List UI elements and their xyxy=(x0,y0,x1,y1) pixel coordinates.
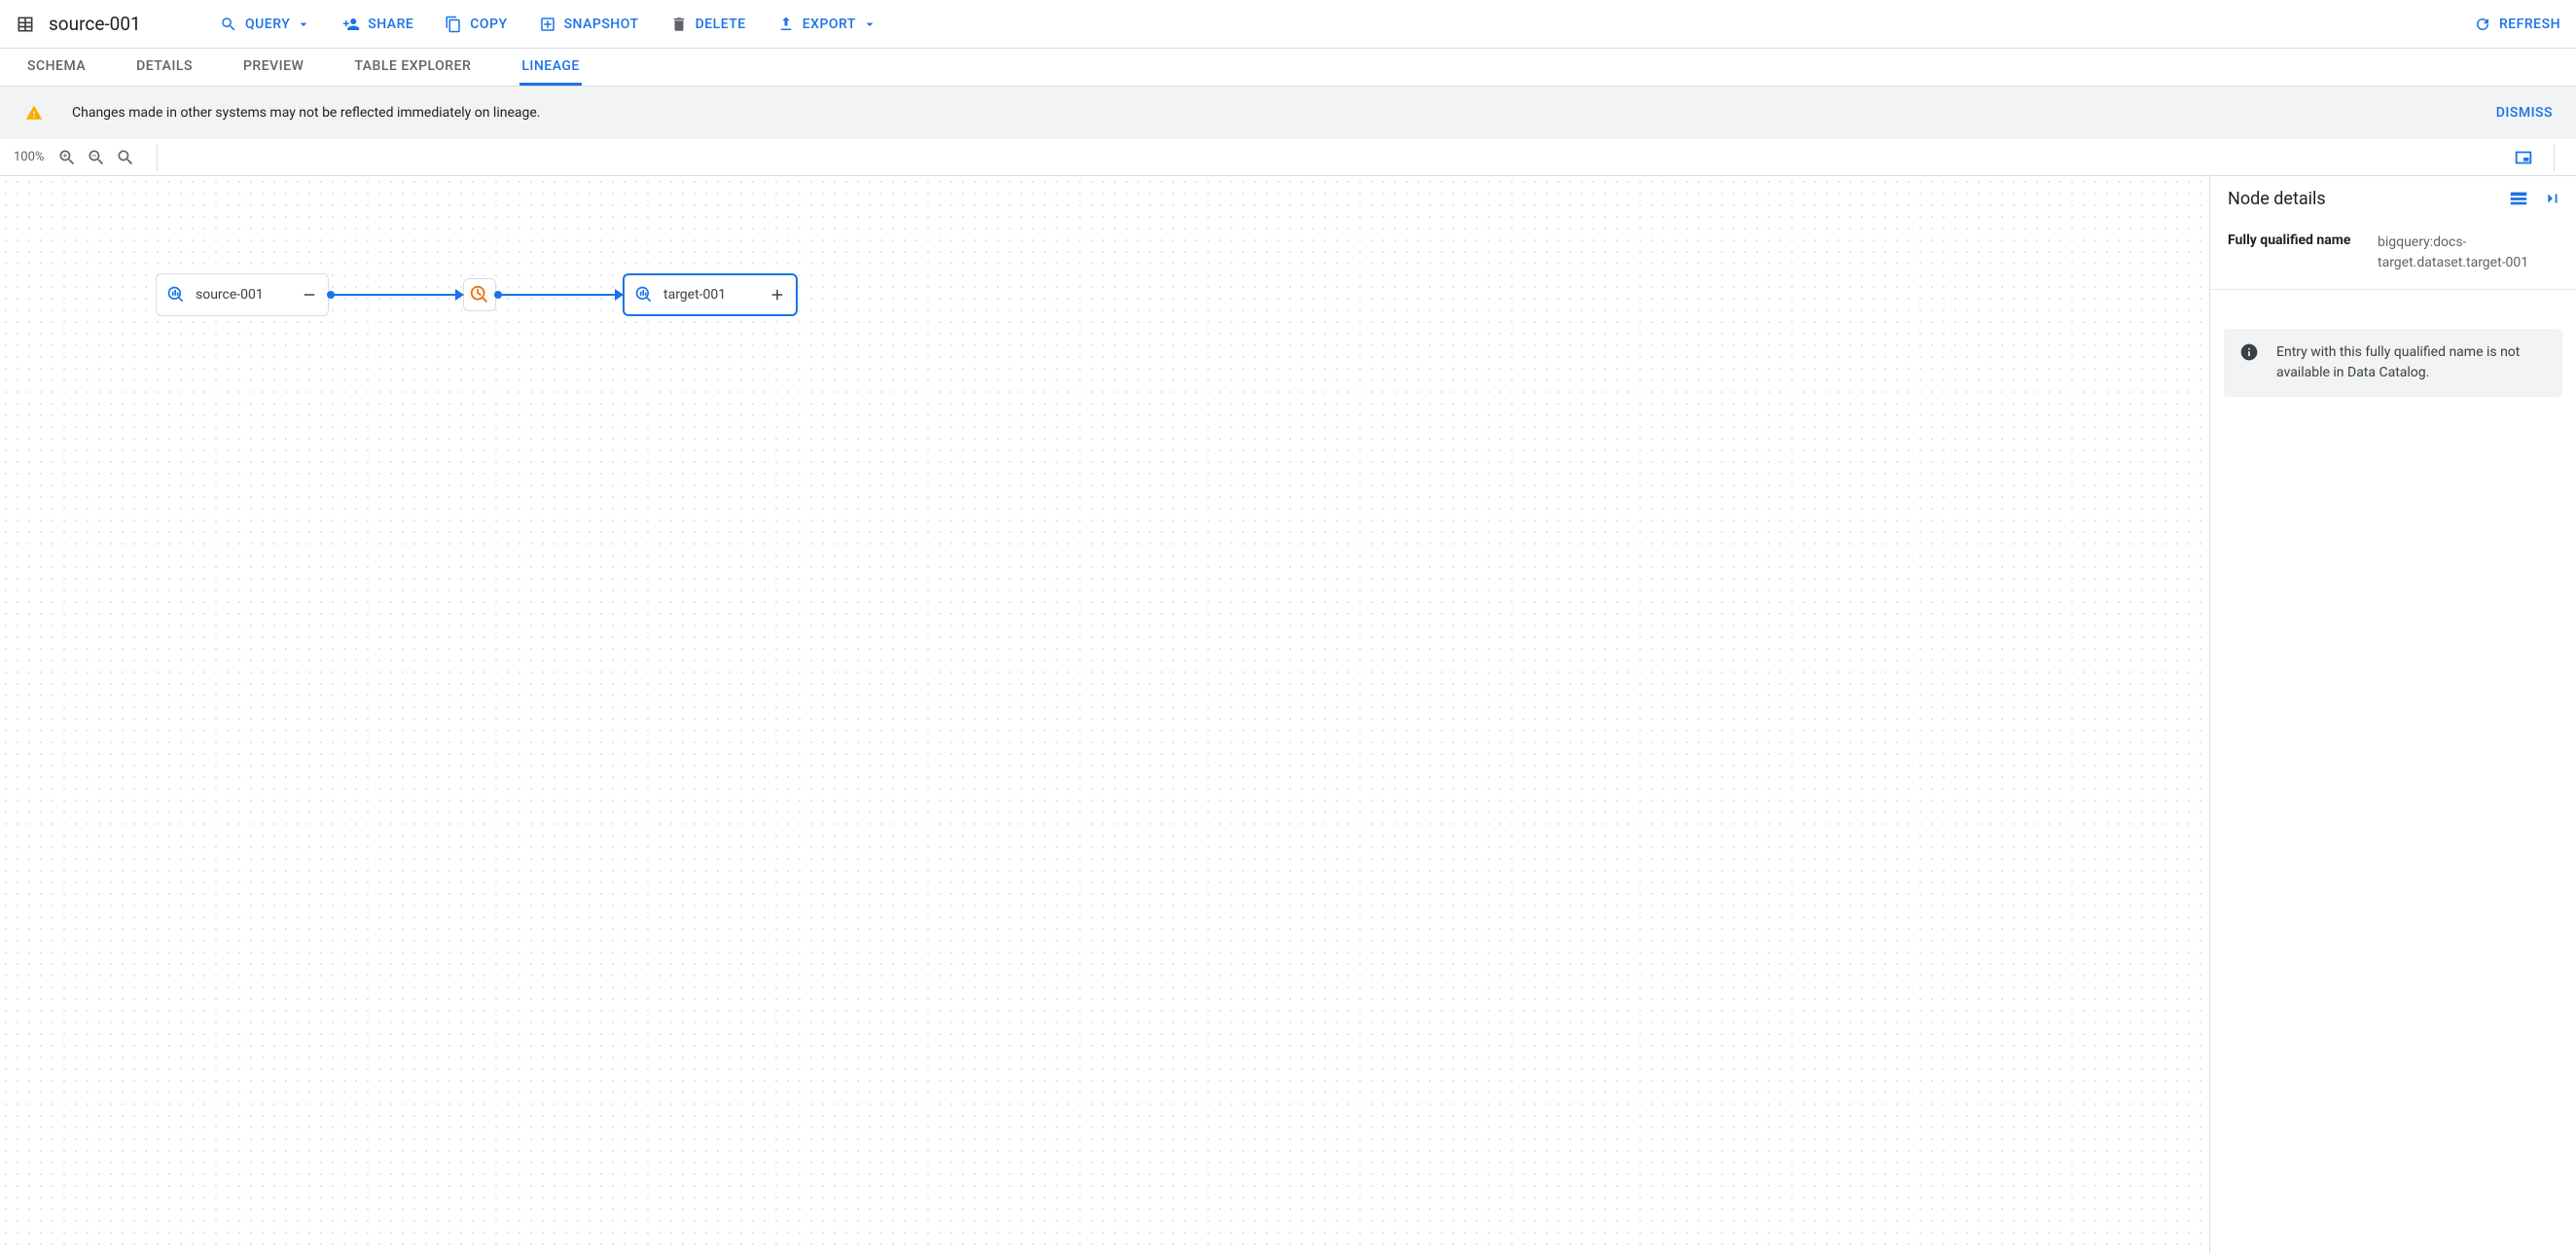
share-label: Share xyxy=(368,17,413,32)
fqn-label: Fully qualified name xyxy=(2228,233,2364,273)
delete-label: Delete xyxy=(696,17,746,32)
lineage-node-target[interactable]: target-001 xyxy=(623,273,798,316)
lineage-node-target-label: target-001 xyxy=(663,287,757,303)
toolbar-separator xyxy=(2554,144,2555,171)
page-title: source-001 xyxy=(16,13,161,35)
share-button[interactable]: Share xyxy=(342,16,413,33)
node-details-title: Node details xyxy=(2228,189,2496,209)
copy-icon xyxy=(445,16,462,33)
query-label: Query xyxy=(245,17,290,32)
snapshot-label: Snapshot xyxy=(564,17,639,32)
lineage-process-node[interactable] xyxy=(463,278,496,311)
page-title-text: source-001 xyxy=(49,13,141,35)
dismiss-button[interactable]: DISMISS xyxy=(2496,105,2553,121)
zoom-in-button[interactable] xyxy=(57,148,77,167)
copy-button[interactable]: Copy xyxy=(445,16,507,33)
zoom-level: 100% xyxy=(14,150,44,164)
warning-icon xyxy=(25,104,43,122)
bigquery-icon xyxy=(634,285,654,304)
info-icon xyxy=(2239,342,2259,362)
tab-details[interactable]: Details xyxy=(134,49,195,86)
notice-message: Changes made in other systems may not be… xyxy=(72,105,2467,121)
canvas-toolbar: 100% xyxy=(0,139,2576,176)
tab-schema[interactable]: Schema xyxy=(25,49,88,86)
main-content: source-001 xyxy=(0,176,2576,1253)
toolbar-separator xyxy=(157,144,158,171)
zoom-reset-button[interactable] xyxy=(116,148,135,167)
lineage-node-source-label: source-001 xyxy=(196,287,289,303)
top-toolbar: source-001 Query Share Copy xyxy=(0,0,2576,49)
zoom-out-button[interactable] xyxy=(87,148,106,167)
fqn-row: Fully qualified name bigquery:docs-targe… xyxy=(2210,221,2576,290)
bigquery-icon xyxy=(166,285,186,304)
lineage-graph: source-001 xyxy=(156,273,798,316)
dropdown-icon xyxy=(296,17,311,32)
export-icon xyxy=(777,16,795,33)
refresh-label: Refresh xyxy=(2499,17,2560,32)
panel-layout-button[interactable] xyxy=(2508,188,2529,209)
person-add-icon xyxy=(342,16,360,33)
lineage-node-source[interactable]: source-001 xyxy=(156,273,329,316)
toolbar-actions: Query Share Copy Snapshot xyxy=(220,16,877,33)
fqn-value: bigquery:docs-target.dataset.target-001 xyxy=(2378,233,2558,273)
lineage-edge xyxy=(329,294,463,296)
unavailable-text: Entry with this fully qualified name is … xyxy=(2276,342,2547,383)
dropdown-icon xyxy=(862,17,877,32)
lineage-canvas[interactable]: source-001 xyxy=(0,176,2210,1253)
table-icon xyxy=(16,15,35,34)
delete-button[interactable]: Delete xyxy=(670,16,746,33)
unavailable-callout: Entry with this fully qualified name is … xyxy=(2224,329,2562,397)
export-label: Export xyxy=(803,17,856,32)
snapshot-button[interactable]: Snapshot xyxy=(539,16,639,33)
toggle-minimap-button[interactable] xyxy=(2513,147,2534,168)
copy-label: Copy xyxy=(470,17,507,32)
lineage-notice: Changes made in other systems may not be… xyxy=(0,87,2576,139)
tab-lineage[interactable]: Lineage xyxy=(519,49,582,86)
refresh-button[interactable]: Refresh xyxy=(2474,16,2560,33)
tab-table-explorer[interactable]: Table Explorer xyxy=(352,49,473,86)
expand-icon[interactable] xyxy=(767,284,788,305)
node-details-panel: Node details Fully qualified name bigque… xyxy=(2210,176,2576,1253)
collapse-icon[interactable] xyxy=(299,284,320,305)
export-button[interactable]: Export xyxy=(777,16,877,33)
refresh-icon xyxy=(2474,16,2491,33)
trash-icon xyxy=(670,16,688,33)
lineage-edge xyxy=(496,294,623,296)
snapshot-icon xyxy=(539,16,556,33)
query-button[interactable]: Query xyxy=(220,16,311,33)
tab-preview[interactable]: Preview xyxy=(241,49,305,86)
panel-collapse-button[interactable] xyxy=(2541,188,2562,209)
node-details-header: Node details xyxy=(2210,176,2576,221)
search-icon xyxy=(220,16,237,33)
tabstrip: Schema Details Preview Table Explorer Li… xyxy=(0,49,2576,87)
